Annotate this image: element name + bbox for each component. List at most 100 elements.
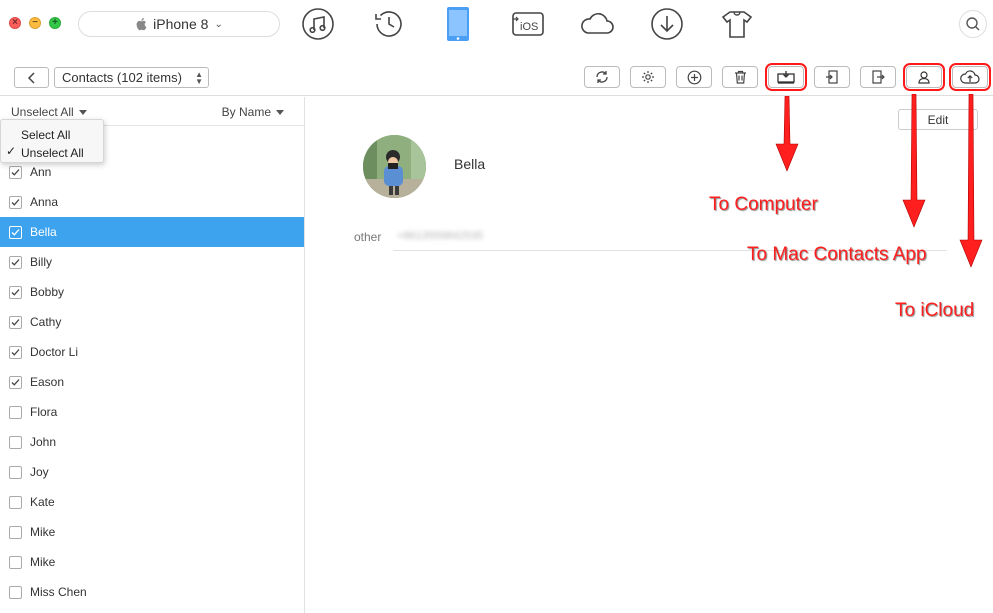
- sort-label: By Name: [221, 105, 271, 119]
- contact-checkbox[interactable]: [9, 465, 22, 479]
- contact-checkbox[interactable]: [9, 285, 22, 299]
- close-window-button[interactable]: ×: [9, 17, 21, 29]
- contact-row-name: Joy: [30, 465, 49, 479]
- contact-checkbox[interactable]: [9, 405, 22, 419]
- to-computer-button[interactable]: [765, 63, 807, 91]
- download-icon[interactable]: [649, 6, 685, 42]
- contact-list: Ann Anna Bella Billy Bobby Cathy Doctor Li Easo…: [0, 157, 304, 607]
- dropdown-unselect-all[interactable]: Unselect All: [21, 146, 84, 160]
- delete-button[interactable]: [722, 66, 758, 88]
- tshirt-icon[interactable]: [719, 6, 755, 42]
- contact-checkbox[interactable]: [9, 555, 22, 569]
- sort-selector[interactable]: By Name: [222, 105, 284, 119]
- to-computer-icon: [777, 71, 795, 84]
- to-contacts-button[interactable]: [903, 63, 945, 91]
- annotation-arrow-contacts: [902, 94, 926, 228]
- device-name: iPhone 8: [153, 16, 209, 32]
- checkmark-icon: [11, 198, 20, 206]
- checkmark-icon: ✓: [6, 144, 17, 158]
- contact-checkbox[interactable]: [9, 525, 22, 539]
- trash-icon: [734, 70, 746, 84]
- minimize-window-button[interactable]: −: [29, 17, 41, 29]
- contact-row-name: Bella: [30, 225, 57, 239]
- contact-checkbox[interactable]: [9, 225, 22, 239]
- contact-row[interactable]: John: [0, 427, 304, 457]
- title-bar: × − + iPhone 8 ⌄ iOS: [0, 0, 993, 50]
- contact-row-name: Miss Chen: [30, 585, 87, 599]
- import-button[interactable]: [814, 66, 850, 88]
- contact-row-name: Mike: [30, 525, 56, 539]
- contact-checkbox[interactable]: [9, 495, 22, 509]
- updown-icon: ▲ ▼: [195, 70, 203, 86]
- contact-row-name: Doctor Li: [30, 345, 79, 359]
- annotation-to-mac-contacts: To Mac Contacts App: [747, 244, 927, 265]
- person-icon: [918, 71, 930, 84]
- contact-checkbox[interactable]: [9, 255, 22, 269]
- search-icon: [966, 17, 980, 31]
- chevron-down-icon: ⌄: [214, 18, 223, 30]
- export-button[interactable]: [860, 66, 896, 88]
- contact-row[interactable]: Joy: [0, 457, 304, 487]
- checkmark-icon: [11, 168, 20, 176]
- contact-row-name: Anna: [30, 195, 59, 209]
- settings-button[interactable]: [630, 66, 666, 88]
- checkmark-icon: [11, 318, 20, 326]
- contact-row-name: Billy: [30, 255, 53, 269]
- chevron-left-icon: [27, 71, 35, 84]
- cloud-icon[interactable]: [579, 6, 615, 42]
- unselect-all-toggle[interactable]: Unselect All: [11, 105, 87, 119]
- to-ios-label: iOS: [520, 21, 538, 33]
- contact-row[interactable]: Miss Chen: [0, 577, 304, 607]
- checkmark-icon: [11, 258, 20, 266]
- phone-field-value: +8613559842535: [397, 230, 483, 242]
- contact-row-name: Cathy: [30, 315, 62, 329]
- contact-row[interactable]: Mike: [0, 547, 304, 577]
- add-button[interactable]: [676, 66, 712, 88]
- contact-checkbox[interactable]: [9, 585, 22, 599]
- to-icloud-button[interactable]: [949, 63, 991, 91]
- app-window: × − + iPhone 8 ⌄ iOS Contacts (102 items…: [0, 0, 993, 613]
- category-select[interactable]: Contacts (102 items) ▲ ▼: [54, 67, 209, 88]
- contact-row[interactable]: Kate: [0, 487, 304, 517]
- search-button[interactable]: [959, 10, 987, 38]
- refresh-icon: [596, 71, 608, 83]
- contact-row[interactable]: Anna: [0, 187, 304, 217]
- contact-checkbox[interactable]: [9, 315, 22, 329]
- dropdown-select-all[interactable]: Select All: [21, 128, 70, 142]
- device-selector[interactable]: iPhone 8 ⌄: [78, 11, 280, 37]
- refresh-button[interactable]: [584, 66, 620, 88]
- select-dropdown-menu: Select All ✓ Unselect All: [0, 119, 104, 163]
- contact-row-name: John: [30, 435, 57, 449]
- contact-checkbox[interactable]: [9, 345, 22, 359]
- export-icon: [872, 70, 885, 84]
- checkmark-icon: [11, 288, 20, 296]
- maximize-window-button[interactable]: +: [49, 17, 61, 29]
- contact-row[interactable]: Flora: [0, 397, 304, 427]
- contact-row[interactable]: Bobby: [0, 277, 304, 307]
- contact-row[interactable]: Bella: [0, 217, 304, 247]
- contact-checkbox[interactable]: [9, 435, 22, 449]
- annotation-arrow-icloud: [959, 94, 983, 268]
- checkmark-icon: [11, 348, 20, 356]
- back-button[interactable]: [14, 67, 49, 88]
- contact-row[interactable]: Doctor Li: [0, 337, 304, 367]
- contact-row-name: Kate: [30, 495, 55, 509]
- device-icon[interactable]: [440, 6, 476, 42]
- contact-row[interactable]: Cathy: [0, 307, 304, 337]
- music-icon[interactable]: [300, 6, 336, 42]
- category-label: Contacts (102 items): [62, 70, 182, 85]
- caret-down-icon: [276, 110, 284, 116]
- history-icon[interactable]: [371, 6, 407, 42]
- contact-row-name: Mike: [30, 555, 56, 569]
- contact-row-name: Eason: [30, 375, 65, 389]
- contact-checkbox[interactable]: [9, 165, 22, 179]
- to-ios-icon[interactable]: iOS: [510, 6, 546, 42]
- plus-icon: [687, 70, 701, 84]
- contact-checkbox[interactable]: [9, 375, 22, 389]
- contact-checkbox[interactable]: [9, 195, 22, 209]
- contact-row[interactable]: Eason: [0, 367, 304, 397]
- contact-row[interactable]: Mike: [0, 517, 304, 547]
- checkmark-icon: [11, 378, 20, 386]
- unselect-all-label: Unselect All: [11, 105, 74, 119]
- contact-row[interactable]: Billy: [0, 247, 304, 277]
